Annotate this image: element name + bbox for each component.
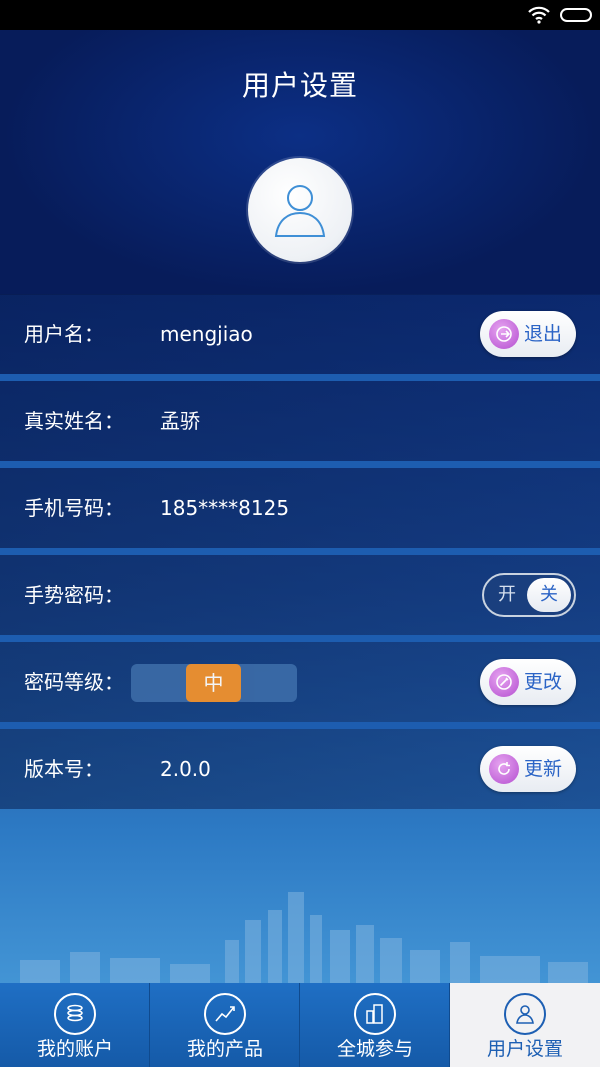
divider	[0, 461, 600, 468]
tab-label: 全城参与	[336, 1038, 413, 1060]
version-label: 版本号：	[24, 757, 104, 781]
gesture-password-toggle[interactable]: 开 关	[482, 573, 576, 617]
username-label: 用户名：	[24, 322, 104, 346]
phone-value: 185****8125	[160, 496, 290, 520]
bottom-tab-bar: 我的账户 我的产品 全城参与 用户设置	[0, 983, 600, 1067]
city-skyline-illustration	[20, 892, 588, 985]
coins-icon	[54, 993, 96, 1035]
user-avatar-icon	[274, 185, 326, 237]
change-password-button[interactable]: 更改	[480, 659, 576, 705]
tab-user-settings[interactable]: 用户设置	[450, 983, 600, 1067]
tab-label: 我的产品	[186, 1038, 263, 1060]
divider	[0, 722, 600, 729]
tab-city-participation[interactable]: 全城参与	[300, 983, 450, 1067]
logout-label: 退出	[524, 323, 563, 345]
change-password-label: 更改	[524, 671, 563, 693]
username-row: 用户名： mengjiao 退出	[0, 294, 600, 381]
tab-label: 我的账户	[36, 1038, 113, 1060]
password-strength-level: 中	[186, 664, 241, 702]
battery-icon	[560, 8, 592, 22]
buildings-icon	[354, 993, 396, 1035]
version-value: 2.0.0	[160, 757, 211, 781]
logout-button[interactable]: 退出	[480, 311, 576, 357]
chart-icon	[204, 993, 246, 1035]
toggle-knob[interactable]: 关	[527, 578, 571, 612]
logout-icon	[489, 319, 519, 349]
password-level-row: 密码等级： 中 更改	[0, 642, 600, 729]
refresh-icon	[489, 754, 519, 784]
wifi-icon	[528, 6, 550, 24]
update-button[interactable]: 更新	[480, 746, 576, 792]
header: 用户设置	[0, 30, 600, 295]
phone-label: 手机号码：	[24, 496, 124, 520]
status-bar	[0, 0, 600, 30]
gesture-password-row: 手势密码： 开 关	[0, 555, 600, 642]
username-value: mengjiao	[160, 322, 253, 346]
divider	[0, 635, 600, 642]
divider	[0, 374, 600, 381]
password-level-label: 密码等级：	[24, 670, 124, 694]
tab-my-products[interactable]: 我的产品	[150, 983, 300, 1067]
toggle-on-label: 开	[498, 584, 516, 605]
password-strength-bar: 中	[131, 664, 297, 702]
phone-row: 手机号码： 185****8125	[0, 468, 600, 555]
page-title: 用户设置	[241, 69, 358, 102]
real-name-row: 真实姓名： 孟骄	[0, 381, 600, 468]
tab-label: 用户设置	[486, 1038, 563, 1060]
real-name-value: 孟骄	[160, 409, 200, 433]
user-settings-icon	[504, 993, 546, 1035]
version-row: 版本号： 2.0.0 更新	[0, 729, 600, 809]
update-label: 更新	[524, 758, 563, 780]
tab-my-account[interactable]: 我的账户	[0, 983, 150, 1067]
divider	[0, 548, 600, 555]
edit-icon	[489, 667, 519, 697]
avatar[interactable]	[248, 158, 352, 262]
real-name-label: 真实姓名：	[24, 409, 124, 433]
gesture-password-label: 手势密码：	[24, 583, 124, 607]
settings-list: 用户名： mengjiao 退出 真实姓名： 孟骄 手机号码： 185****8…	[0, 294, 600, 816]
